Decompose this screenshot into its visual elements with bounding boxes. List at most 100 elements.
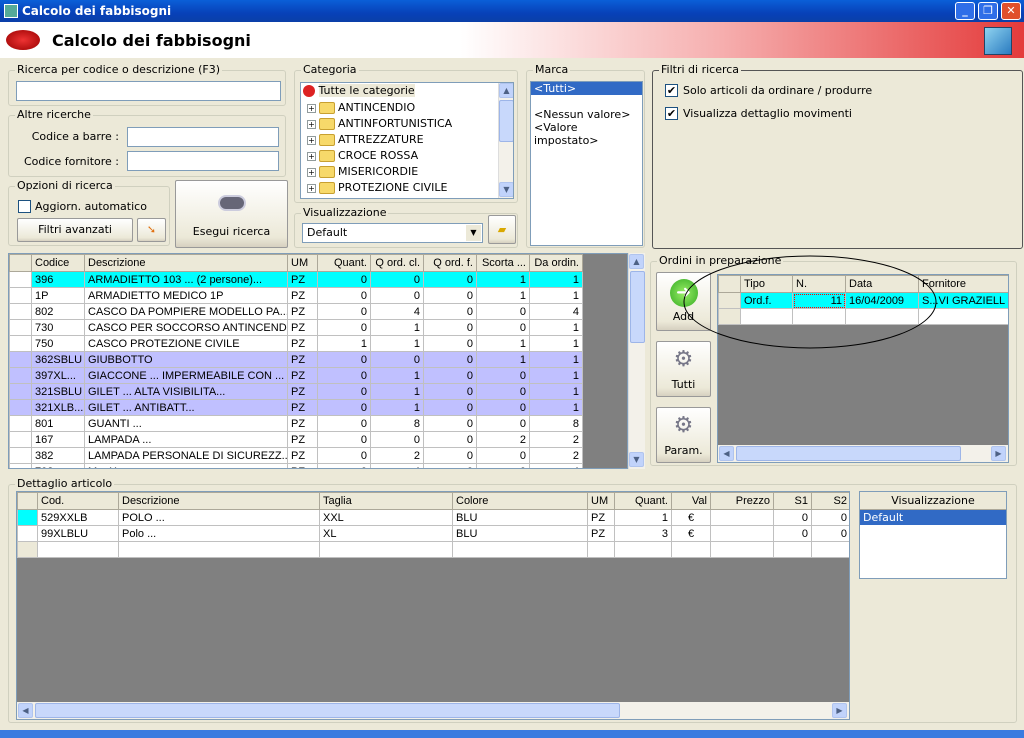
cell[interactable]: 397XL... [31,367,85,384]
column-header[interactable]: Codice [31,254,85,272]
cell[interactable]: 0 [423,271,477,288]
cell[interactable] [710,509,774,526]
column-header[interactable]: Cod. [37,492,119,510]
column-header[interactable]: Q ord. f. [423,254,477,272]
cell[interactable]: 0 [317,447,371,464]
cell[interactable]: PZ [287,415,318,432]
brand-list[interactable]: <Tutti> <Nessun valore> <Valore impostato> [530,81,643,246]
tree-item[interactable]: + ANTINCENDIO [307,101,415,117]
column-header[interactable]: Prezzo [710,492,774,510]
column-header[interactable]: Colore [452,492,588,510]
cell[interactable]: 0 [423,447,477,464]
cell[interactable]: M... X [84,463,288,468]
cell[interactable]: 1 [370,335,424,352]
row-selector[interactable] [9,463,32,468]
folder-button[interactable]: ▰ [488,215,516,244]
cell[interactable]: 0 [773,525,812,542]
column-header[interactable]: Q ord. cl. [370,254,424,272]
cell[interactable] [710,525,774,542]
brand-item[interactable]: <Valore impostato> [531,121,642,147]
cell[interactable]: PZ [287,351,318,368]
cell[interactable]: 0 [811,509,849,526]
cell[interactable]: XXL [319,509,453,526]
cell[interactable]: PZ [287,287,318,304]
brand-item[interactable] [531,95,642,108]
cell[interactable]: GUANTI ... [84,415,288,432]
cell[interactable]: CASCO PER SOCCORSO ANTINCEND... [84,319,288,336]
close-button[interactable]: ✕ [1001,2,1021,20]
cell[interactable]: 1 [476,287,530,304]
cell[interactable]: 0 [423,287,477,304]
cell[interactable]: 0 [476,399,530,416]
table-row[interactable]: 321XLB... GILET ... ANTIBATT... PZ 0 1 0 0 1 [9,399,583,416]
cell[interactable]: CASCO PROTEZIONE CIVILE [84,335,288,352]
parameters-button[interactable]: ⚙ Param. [656,407,711,463]
column-header[interactable]: Taglia [319,492,453,510]
cell[interactable]: 0 [317,463,371,468]
row-selector[interactable] [9,303,32,320]
column-header[interactable]: Descrizione [84,254,288,272]
run-search-button[interactable]: Esegui ricerca [175,180,288,248]
scroll-down-icon[interactable]: ▼ [629,452,644,467]
cell[interactable]: 2 [529,431,583,448]
tree-item[interactable]: + ANTINFORTUNISTICA [307,117,452,133]
cell[interactable]: PZ [587,509,615,526]
row-selector[interactable] [9,367,32,384]
column-header[interactable]: Quant. [614,492,672,510]
cell[interactable]: 0 [476,303,530,320]
cell[interactable]: 730 [31,319,85,336]
cell[interactable]: 0 [423,399,477,416]
column-header[interactable]: Descrizione [118,492,320,510]
tree-root[interactable]: Tutte le categorie [303,84,415,100]
cell[interactable]: LAMPADA ... [84,431,288,448]
row-selector[interactable] [9,319,32,336]
cell[interactable]: 0 [317,399,371,416]
cell[interactable]: 0 [476,367,530,384]
row-selector[interactable] [9,415,32,432]
cell[interactable]: 0 [423,303,477,320]
search-input[interactable] [16,81,281,101]
cell[interactable]: 1 [476,271,530,288]
cell[interactable]: € [671,509,711,526]
expand-icon[interactable]: + [307,183,316,193]
category-tree[interactable]: Tutte le categorie + ANTINCENDIO + ANTINFOR… [300,82,514,199]
cell[interactable]: 1 [476,335,530,352]
column-header[interactable]: Val [671,492,711,510]
table-row[interactable]: 730 CASCO PER SOCCORSO ANTINCEND... PZ 0 1 0 0… [9,319,583,336]
scroll-thumb[interactable] [630,271,645,343]
cell[interactable]: 3 [614,525,672,542]
cell[interactable]: 167 [31,431,85,448]
items-grid[interactable]: Codice Descrizione UM Quant. Q ord. cl. Q ord… [8,253,628,469]
column-header[interactable]: S1 [773,492,812,510]
cell[interactable]: 0 [423,367,477,384]
column-header[interactable]: Da ordin. [529,254,583,272]
tree-item[interactable]: + ATTREZZATURE [307,133,424,149]
scroll-down-icon[interactable]: ▼ [499,182,513,197]
cell[interactable]: 0 [317,271,371,288]
cell[interactable]: 4 [529,463,583,468]
row-selector[interactable] [17,525,38,542]
table-row[interactable]: 396 ARMADIETTO 103 ... (2 persone)... PZ 0 0… [9,271,583,288]
cell[interactable]: PZ [287,431,318,448]
cell[interactable]: 1 [529,319,583,336]
row-selector[interactable] [9,271,32,288]
row-selector[interactable] [9,399,32,416]
cell[interactable]: 0 [423,319,477,336]
cell[interactable]: GILET ... ANTIBATT... [84,399,288,416]
tree-item[interactable]: + CROCE ROSSA [307,149,418,165]
column-header[interactable]: S2 [811,492,849,510]
cell[interactable]: 0 [370,287,424,304]
cell[interactable]: 1 [370,367,424,384]
cell[interactable]: 1 [529,383,583,400]
cell[interactable]: € [671,525,711,542]
cell[interactable]: 396 [31,271,85,288]
cell[interactable]: GIACCONE ... IMPERMEABILE CON ... [84,367,288,384]
table-row[interactable]: 99XLBLU Polo ... XL BLU PZ 3 €0 0 [17,525,849,542]
scroll-thumb[interactable] [35,703,620,718]
cell[interactable]: 0 [370,351,424,368]
cell[interactable]: PZ [287,335,318,352]
expand-icon[interactable]: + [307,135,316,145]
items-scrollbar[interactable]: ▲ ▼ [628,253,645,469]
cell[interactable]: 8 [529,415,583,432]
expand-icon[interactable]: + [307,167,316,177]
